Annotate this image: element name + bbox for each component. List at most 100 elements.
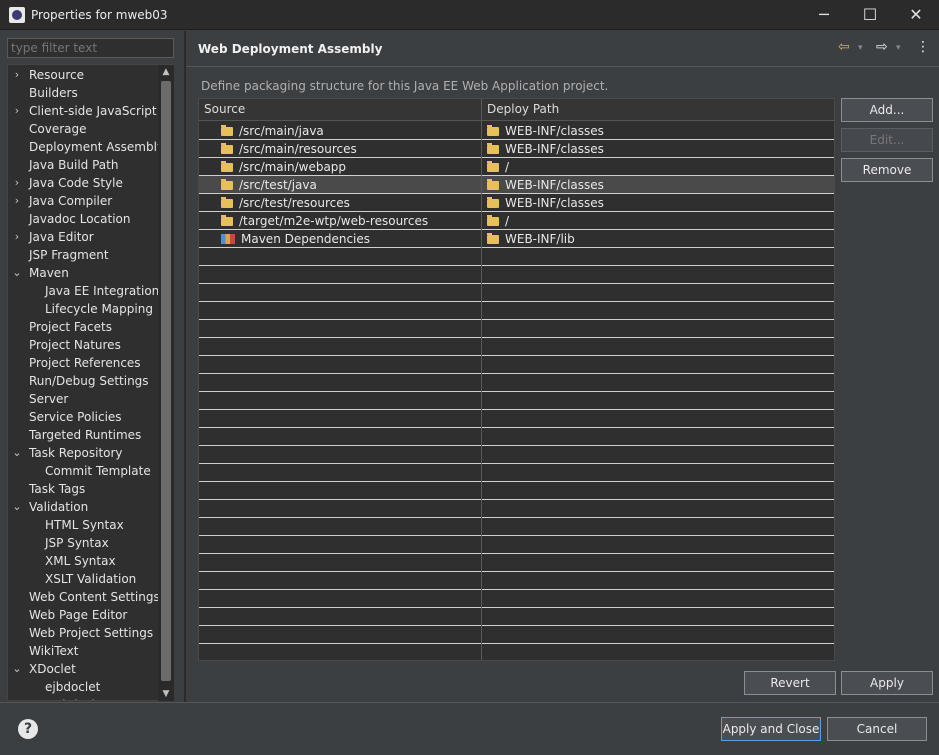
folder-icon (487, 161, 499, 172)
tree-item-label: XDoclet (29, 662, 76, 676)
tree-item-label: Maven (29, 266, 69, 280)
tree-item-label: Deployment Assembly (29, 140, 165, 154)
source-cell: /src/main/webapp (221, 159, 346, 175)
scroll-up-icon[interactable]: ▲ (158, 65, 174, 79)
table-row (199, 446, 834, 464)
deploy-path: WEB-INF/lib (505, 232, 575, 246)
column-deploy-path[interactable]: Deploy Path (487, 102, 559, 116)
scroll-down-icon[interactable]: ▼ (158, 687, 174, 701)
folder-icon (487, 215, 499, 226)
tree-item-label: Server (29, 392, 69, 406)
tree-item-label: XML Syntax (45, 554, 116, 568)
table-row (199, 464, 834, 482)
tree-item-label: Service Policies (29, 410, 122, 424)
table-row[interactable]: Maven Dependencies WEB-INF/lib (199, 230, 834, 248)
table-row (199, 266, 834, 284)
maximize-button[interactable]: ☐ (847, 0, 893, 30)
tree-item-label: Java Build Path (29, 158, 119, 172)
table-row (199, 572, 834, 590)
chevron-right-icon[interactable]: › (11, 174, 23, 192)
back-arrow-icon[interactable]: ⇦ (838, 39, 850, 55)
chevron-right-icon[interactable]: › (11, 66, 23, 84)
chevron-down-icon[interactable]: ⌄ (11, 264, 23, 282)
view-menu-icon[interactable]: ⋮ (916, 39, 930, 55)
apply-button[interactable]: Apply (841, 671, 933, 695)
deployment-table: Source ^ Deploy Path /src/main/java WEB-I… (198, 98, 835, 661)
help-icon[interactable]: ? (18, 719, 38, 739)
table-row[interactable]: /src/main/resources WEB-INF/classes (199, 140, 834, 158)
table-row (199, 284, 834, 302)
chevron-down-icon[interactable]: ⌄ (11, 660, 23, 678)
tree-scrollbar[interactable]: ▲ ▼ (158, 65, 174, 701)
tree-item-label: Validation (29, 500, 89, 514)
tree-item-label: Targeted Runtimes (29, 428, 142, 442)
source-cell: /src/main/java (221, 123, 324, 139)
table-row (199, 410, 834, 428)
deploy-path: WEB-INF/classes (505, 196, 604, 210)
minimize-button[interactable]: ─ (801, 0, 847, 30)
properties-tree-panel: › Resource Builders › Client-side JavaScript… (0, 31, 184, 702)
table-row (199, 644, 834, 660)
tree-item-label: JSP Syntax (45, 536, 109, 550)
sort-indicator-icon: ^ (337, 98, 346, 105)
table-row[interactable]: /target/m2e-wtp/web-resources / (199, 212, 834, 230)
folder-icon (487, 179, 499, 190)
cancel-button[interactable]: Cancel (827, 717, 927, 741)
deploy-path: WEB-INF/classes (505, 142, 604, 156)
column-divider[interactable] (481, 99, 482, 660)
apply-and-close-button[interactable]: Apply and Close (721, 717, 821, 741)
remove-button[interactable]: Remove (841, 158, 933, 182)
window-title: Properties for mweb03 (31, 8, 168, 22)
revert-button[interactable]: Revert (744, 671, 836, 695)
folder-icon (221, 215, 233, 226)
folder-icon (221, 197, 233, 208)
source-path: /src/main/webapp (239, 160, 347, 174)
table-header: Source ^ Deploy Path (199, 98, 834, 121)
column-source[interactable]: Source (204, 102, 245, 116)
table-row[interactable]: /src/test/java WEB-INF/classes (199, 176, 834, 194)
table-row[interactable]: /src/main/java WEB-INF/classes (199, 122, 834, 140)
deploy-cell: / (487, 159, 509, 175)
add-button[interactable]: Add... (841, 98, 933, 122)
tree-item-label: Project Natures (29, 338, 121, 352)
folder-icon (221, 161, 233, 172)
tree-item-label: JSP Fragment (29, 248, 109, 262)
folder-icon (221, 143, 233, 154)
tree-item-label: Web Page Editor (29, 608, 128, 622)
scroll-thumb[interactable] (161, 81, 171, 681)
table-row (199, 392, 834, 410)
tree-item-label: Project Facets (29, 320, 112, 334)
chevron-right-icon[interactable]: › (11, 192, 23, 210)
table-row[interactable]: /src/main/webapp / (199, 158, 834, 176)
tree-item-label: Lifecycle Mapping (45, 302, 153, 316)
folder-icon (487, 125, 499, 136)
forward-dropdown-icon[interactable]: ▾ (896, 43, 901, 53)
source-path: /target/m2e-wtp/web-resources (239, 214, 429, 228)
table-row (199, 302, 834, 320)
dialog-button-bar: ? Apply and Close Cancel (0, 702, 939, 755)
deploy-path: / (505, 160, 510, 174)
table-row (199, 320, 834, 338)
eclipse-icon (9, 7, 25, 23)
tree-item-label: WikiText (29, 644, 79, 658)
table-row (199, 338, 834, 356)
edit-button[interactable]: Edit... (841, 128, 933, 152)
chevron-down-icon[interactable]: ⌄ (11, 444, 23, 462)
chevron-right-icon[interactable]: › (11, 102, 23, 120)
tree-item-label: HTML Syntax (45, 518, 124, 532)
tree-item-label: Client-side JavaScript (29, 104, 157, 118)
back-dropdown-icon[interactable]: ▾ (858, 43, 863, 53)
filter-input[interactable] (7, 38, 174, 58)
chevron-right-icon[interactable]: › (11, 228, 23, 246)
deploy-cell: WEB-INF/classes (487, 141, 604, 157)
table-row (199, 500, 834, 518)
table-row[interactable]: /src/test/resources WEB-INF/classes (199, 194, 834, 212)
table-row (199, 554, 834, 572)
folder-icon (487, 143, 499, 154)
forward-arrow-icon[interactable]: ⇨ (876, 39, 888, 55)
tree-item-label: Java EE Integration (45, 284, 160, 298)
chevron-down-icon[interactable]: ⌄ (11, 498, 23, 516)
tree-item-label: Web Project Settings (29, 626, 154, 640)
close-button[interactable]: ✕ (893, 0, 939, 30)
source-path: /src/test/java (239, 178, 317, 192)
